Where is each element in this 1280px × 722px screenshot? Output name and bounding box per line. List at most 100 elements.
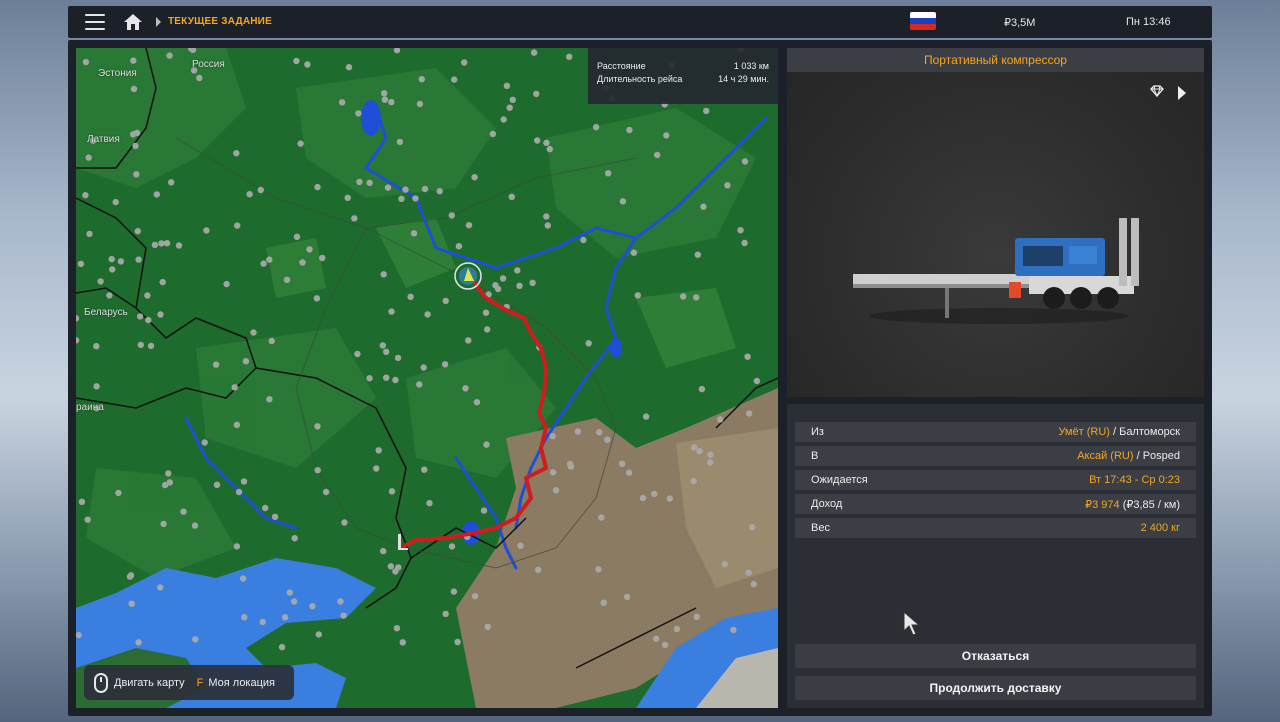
diamond-icon[interactable] [1150, 85, 1164, 97]
expected-label: Ожидается [811, 474, 868, 486]
label-latvia: Латвия [87, 134, 120, 145]
city-dot [126, 573, 134, 580]
city-dot [160, 520, 167, 528]
breadcrumb[interactable]: ТЕКУЩЕЕ ЗАДАНИЕ [168, 16, 272, 27]
city-dot [690, 477, 697, 485]
breadcrumb-arrow-icon [156, 17, 161, 27]
city-dot [619, 198, 627, 205]
key-f-hint[interactable]: F [197, 677, 204, 689]
city-dot [109, 266, 116, 273]
city-dot [666, 495, 673, 502]
money-balance: ₽3,5M [1004, 17, 1036, 29]
city-dot [442, 610, 449, 618]
city-dot [268, 337, 275, 345]
city-dot [707, 459, 714, 466]
city-dot [375, 447, 382, 454]
city-dot [235, 488, 243, 496]
city-dot [465, 337, 472, 344]
city-dot [552, 487, 560, 494]
map-canvas[interactable] [76, 48, 778, 708]
city-dot [426, 499, 433, 507]
city-dot [239, 575, 247, 582]
city-dot [698, 385, 706, 393]
city-dot [503, 82, 511, 89]
weight-label: Вес [811, 522, 830, 534]
city-dot [626, 126, 633, 134]
city-dot [595, 566, 602, 573]
flag-russia-icon [910, 12, 936, 30]
city-dot [737, 227, 744, 234]
city-dot [337, 598, 344, 605]
city-dot [344, 194, 351, 201]
city-dot [266, 256, 273, 263]
city-dot [262, 504, 269, 512]
city-dot [246, 191, 253, 198]
label-ukraine: раина [76, 402, 104, 413]
to-company: / Posped [1136, 450, 1180, 462]
city-dot [117, 258, 125, 265]
city-dot [115, 489, 122, 497]
route-map[interactable]: Эстония Россия Латвия Беларусь раина Рас… [76, 48, 778, 708]
label-belarus: Беларусь [84, 307, 128, 318]
city-dot [136, 313, 144, 320]
game-clock: Пн 13:46 [1126, 16, 1171, 28]
continue-delivery-button[interactable]: Продолжить доставку [795, 676, 1196, 700]
city-dot [393, 625, 401, 632]
city-dot [157, 584, 164, 591]
city-dot [278, 643, 286, 651]
city-dot [483, 441, 490, 448]
city-dot [366, 179, 373, 187]
home-icon[interactable] [123, 13, 143, 31]
city-dot [356, 178, 363, 186]
top-bar: ТЕКУЩЕЕ ЗАДАНИЕ ₽3,5M Пн 13:46 [68, 6, 1212, 38]
city-dot [707, 451, 714, 458]
city-dot [544, 222, 551, 229]
menu-icon[interactable] [85, 14, 105, 30]
city-dot [500, 116, 507, 123]
cancel-job-button[interactable]: Отказаться [795, 644, 1196, 668]
city-dot [546, 145, 553, 153]
city-dot [516, 282, 523, 289]
city-dot [574, 428, 582, 435]
city-dot [130, 131, 137, 138]
city-dot [383, 374, 390, 381]
city-dot [322, 488, 330, 496]
city-dot [416, 100, 424, 108]
city-dot [380, 271, 387, 278]
from-company: / Балтоморск [1112, 426, 1180, 438]
city-dot [506, 104, 513, 111]
city-dot [533, 90, 540, 98]
to-label: В [811, 450, 819, 462]
city-dot [407, 293, 414, 300]
move-map-hint: Двигать карту [114, 676, 185, 689]
city-dot [84, 516, 91, 523]
city-dot [135, 256, 142, 263]
city-dot [293, 57, 300, 65]
city-dot [492, 282, 499, 289]
city-dot [566, 460, 574, 468]
next-arrow-icon[interactable] [1178, 86, 1186, 100]
city-dot [652, 635, 660, 642]
city-dot [642, 413, 650, 420]
city-dot [730, 626, 737, 634]
city-dot [297, 140, 304, 147]
cargo-name: Портативный компрессор [787, 48, 1204, 72]
city-dot [680, 293, 687, 300]
city-dot [130, 57, 137, 64]
city-dot [717, 416, 724, 423]
income-label: Доход [811, 498, 843, 510]
mouse-icon [94, 672, 108, 693]
city-dot [338, 99, 346, 106]
city-dot [421, 466, 428, 473]
city-dot [514, 267, 521, 274]
city-dot [625, 469, 633, 476]
city-dot [436, 188, 443, 195]
city-dot [233, 421, 241, 428]
city-dot [93, 343, 100, 350]
city-dot [489, 130, 497, 138]
city-dot [549, 432, 556, 440]
my-location-hint[interactable]: Моя локация [208, 677, 275, 689]
city-dot [484, 623, 491, 630]
city-dot [201, 439, 208, 446]
city-dot [203, 227, 210, 234]
